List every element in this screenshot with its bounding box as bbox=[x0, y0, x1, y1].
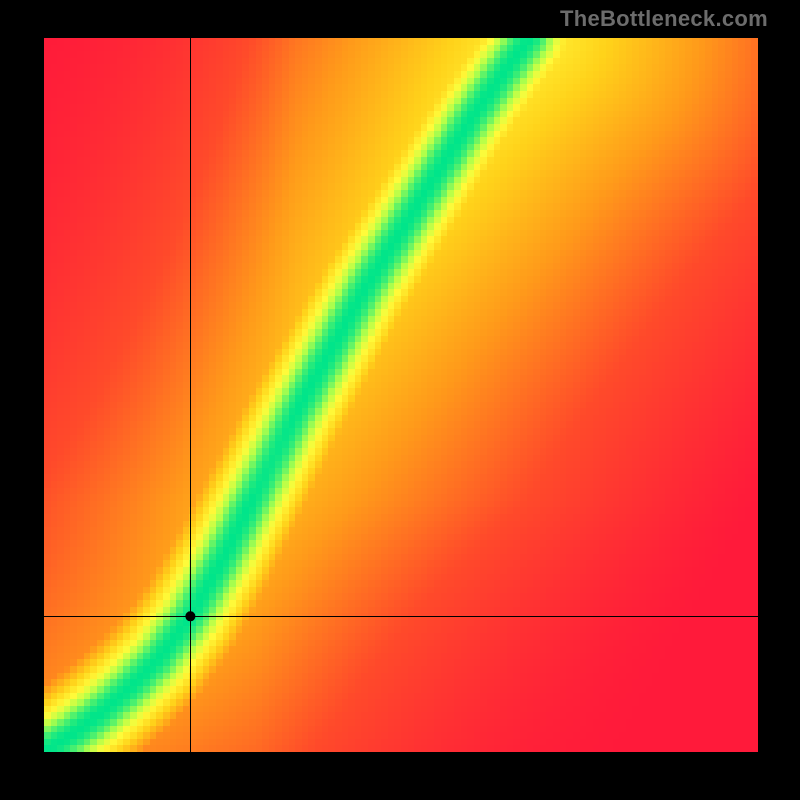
watermark-text: TheBottleneck.com bbox=[560, 6, 768, 32]
heatmap-plot bbox=[44, 38, 758, 752]
heatmap-canvas bbox=[44, 38, 758, 752]
chart-frame: TheBottleneck.com bbox=[0, 0, 800, 800]
